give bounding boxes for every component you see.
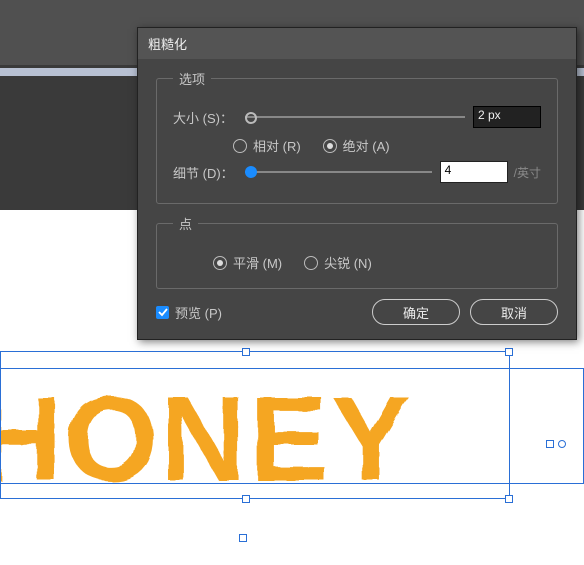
options-legend: 选项 xyxy=(173,69,211,88)
size-mode-group: 相对 (R) 绝对 (A) xyxy=(233,136,541,155)
size-input[interactable]: 2 px xyxy=(473,106,541,128)
size-slider[interactable] xyxy=(245,109,465,125)
relative-radio[interactable]: 相对 (R) xyxy=(233,136,301,155)
handle-bottom-right[interactable] xyxy=(505,495,513,503)
roughen-dialog: 粗糙化 选项 大小 (S)： 2 px 相对 (R) 绝对 (A) xyxy=(137,27,577,340)
size-row: 大小 (S)： 2 px xyxy=(173,106,541,128)
handle-top[interactable] xyxy=(242,348,250,356)
handle-side[interactable] xyxy=(546,440,554,448)
ok-button[interactable]: 确定 xyxy=(372,299,460,325)
points-group: 点 平滑 (M) 尖锐 (N) xyxy=(156,214,558,289)
smooth-label: 平滑 (M) xyxy=(233,253,282,272)
detail-slider[interactable] xyxy=(245,164,432,180)
detail-unit: /英寸 xyxy=(514,164,541,181)
relative-label: 相对 (R) xyxy=(253,136,301,155)
sharp-radio[interactable]: 尖锐 (N) xyxy=(304,253,372,272)
detail-label: 细节 (D)： xyxy=(173,163,245,182)
check-icon xyxy=(156,306,169,319)
points-mode-group: 平滑 (M) 尖锐 (N) xyxy=(213,253,541,272)
selection-inner[interactable] xyxy=(0,368,584,484)
detail-row: 细节 (D)： 4 /英寸 xyxy=(173,161,541,183)
absolute-radio[interactable]: 绝对 (A) xyxy=(323,136,390,155)
preview-label: 预览 (P) xyxy=(175,303,222,322)
points-legend: 点 xyxy=(173,214,198,233)
dialog-footer: 预览 (P) 确定 取消 xyxy=(156,299,558,325)
handle-top-right[interactable] xyxy=(505,348,513,356)
absolute-label: 绝对 (A) xyxy=(343,136,390,155)
dialog-title[interactable]: 粗糙化 xyxy=(138,28,576,59)
detail-input[interactable]: 4 xyxy=(440,161,508,183)
sharp-label: 尖锐 (N) xyxy=(324,253,372,272)
cancel-button[interactable]: 取消 xyxy=(470,299,558,325)
smooth-radio[interactable]: 平滑 (M) xyxy=(213,253,282,272)
options-group: 选项 大小 (S)： 2 px 相对 (R) 绝对 (A) xyxy=(156,69,558,204)
handle-bottom-center[interactable] xyxy=(239,534,247,542)
size-label: 大小 (S)： xyxy=(173,108,245,127)
handle-bottom[interactable] xyxy=(242,495,250,503)
handle-side-out[interactable] xyxy=(558,440,566,448)
preview-checkbox[interactable]: 预览 (P) xyxy=(156,303,222,322)
